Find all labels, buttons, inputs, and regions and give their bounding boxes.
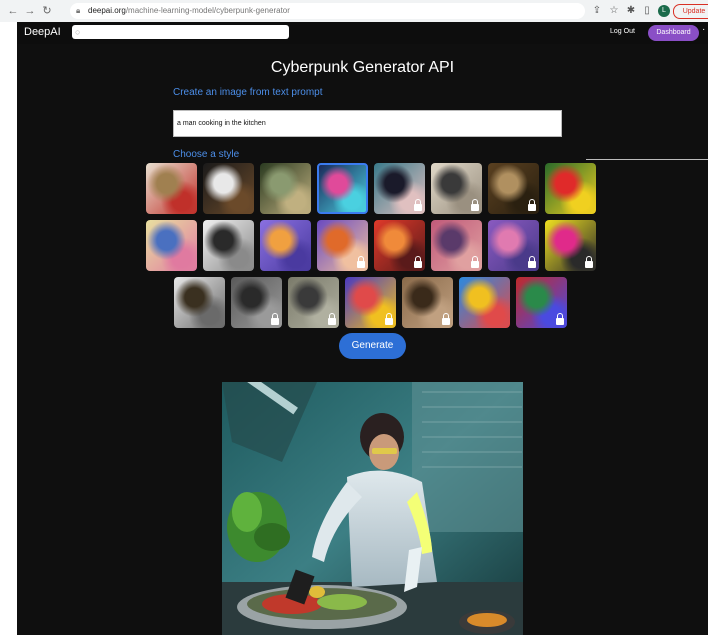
style-tile[interactable] (545, 163, 596, 214)
url-host: deepai.org (88, 6, 126, 15)
style-tile[interactable] (374, 163, 425, 214)
generated-image (222, 382, 523, 635)
style-tile[interactable] (203, 220, 254, 271)
style-tile[interactable] (146, 220, 197, 271)
sidepanel-icon[interactable]: ▯ (641, 4, 653, 18)
dashboard-button[interactable]: Dashboard (648, 25, 699, 41)
style-tile[interactable] (459, 277, 510, 328)
style-heading: Choose a style (173, 149, 240, 160)
profile-avatar[interactable]: L (658, 5, 670, 17)
lock-icon: 🔒︎ (76, 6, 81, 15)
style-tile[interactable] (260, 220, 311, 271)
prompt-heading: Create an image from text prompt (173, 87, 323, 98)
more-icon[interactable]: · (702, 24, 705, 35)
lock-icon (528, 256, 536, 268)
page-left-margin (0, 22, 17, 635)
style-tile[interactable] (146, 163, 197, 214)
page-title: Cyberpunk Generator API (270, 59, 455, 76)
reload-icon[interactable]: ↻ (41, 4, 53, 18)
style-tile[interactable] (374, 220, 425, 271)
back-arrow-icon[interactable]: ← (7, 4, 19, 18)
style-tile[interactable] (431, 163, 482, 214)
style-tile[interactable] (488, 220, 539, 271)
lock-icon (385, 313, 393, 325)
extensions-puzzle-icon[interactable]: ✱ (625, 4, 637, 18)
prompt-textarea[interactable]: a man cooking in the kitchen (173, 110, 562, 137)
browser-toolbar: ← → ↻ 🔒︎ deepai.org/machine-learning-mod… (0, 0, 708, 23)
style-tile[interactable] (231, 277, 282, 328)
lock-icon (357, 256, 365, 268)
generate-button[interactable]: Generate (339, 333, 406, 359)
lock-icon (414, 256, 422, 268)
lock-icon (414, 199, 422, 211)
search-input[interactable]: ○ (72, 25, 289, 39)
url-path: /machine-learning-model/cyberpunk-genera… (125, 6, 290, 15)
style-tile[interactable] (402, 277, 453, 328)
style-tile[interactable] (516, 277, 567, 328)
lock-icon (585, 256, 593, 268)
site-header: DeepAI ○ Log Out Dashboard · (17, 22, 708, 44)
style-tile[interactable] (488, 163, 539, 214)
update-button[interactable]: Update (673, 4, 708, 19)
lock-icon (528, 199, 536, 211)
style-tile[interactable] (545, 220, 596, 271)
bookmark-star-icon[interactable]: ☆ (608, 4, 620, 18)
style-tile[interactable] (317, 163, 368, 214)
style-tile[interactable] (431, 220, 482, 271)
lock-icon (328, 313, 336, 325)
style-tile[interactable] (317, 220, 368, 271)
style-tile[interactable] (288, 277, 339, 328)
divider (586, 159, 708, 160)
lock-icon (442, 313, 450, 325)
style-tile[interactable] (203, 163, 254, 214)
logout-link[interactable]: Log Out (610, 28, 635, 35)
lock-icon (271, 313, 279, 325)
share-icon[interactable]: ⇪ (591, 4, 603, 18)
forward-arrow-icon[interactable]: → (24, 4, 36, 18)
style-tile[interactable] (345, 277, 396, 328)
style-tile[interactable] (174, 277, 225, 328)
search-icon: ○ (75, 27, 81, 37)
lock-icon (471, 199, 479, 211)
lock-icon (556, 313, 564, 325)
lock-icon (471, 256, 479, 268)
site-logo[interactable]: DeepAI (24, 26, 61, 38)
page-body: DeepAI ○ Log Out Dashboard · Cyberpunk G… (17, 22, 708, 635)
address-bar[interactable]: 🔒︎ deepai.org/machine-learning-model/cyb… (70, 3, 585, 19)
style-tile[interactable] (260, 163, 311, 214)
